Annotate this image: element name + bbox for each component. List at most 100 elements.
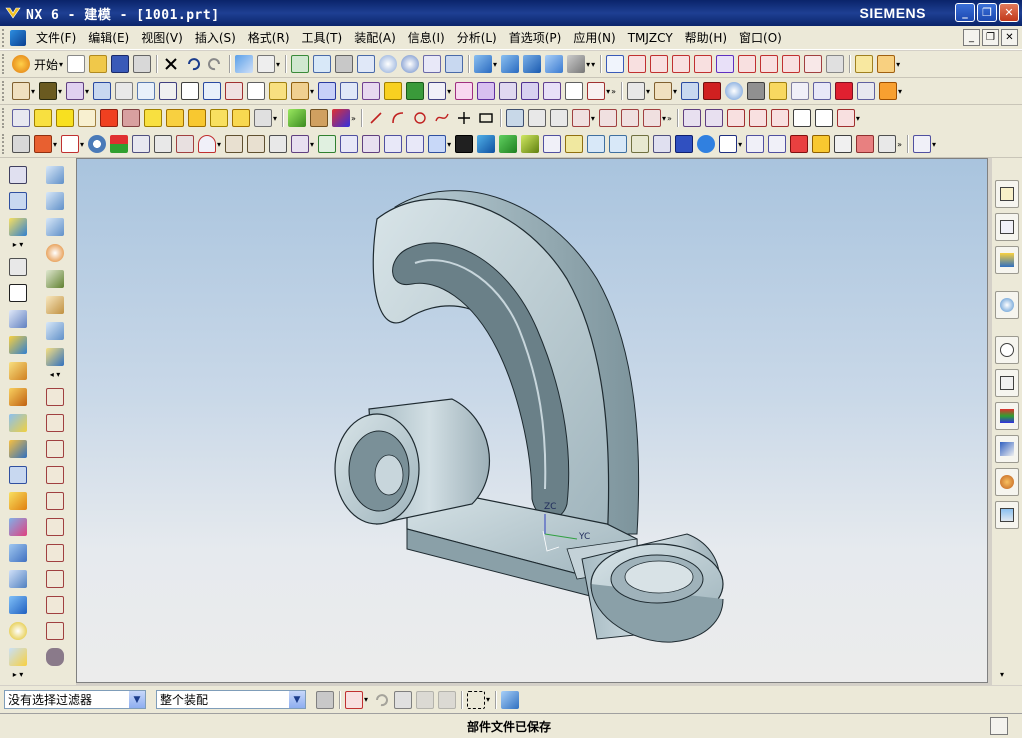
flange-icon[interactable] <box>9 414 27 432</box>
line-icon[interactable] <box>367 109 385 127</box>
extract-dropdown[interactable]: ▾ <box>662 114 666 123</box>
mirror-dropdown[interactable]: ▾ <box>898 87 902 96</box>
zoom-icon[interactable] <box>379 55 398 73</box>
toolbar2-more[interactable]: » <box>611 87 616 96</box>
template-icon[interactable] <box>210 109 228 127</box>
type-filter-combo[interactable]: 没有选择过滤器 ▼ <box>4 690 146 709</box>
wireframe-icon[interactable] <box>545 55 564 73</box>
circle-icon[interactable] <box>411 109 429 127</box>
spline-icon[interactable] <box>433 109 451 127</box>
open-folder-icon[interactable] <box>89 55 108 73</box>
undo-selection-icon[interactable] <box>372 691 390 709</box>
list-icon[interactable] <box>834 135 853 153</box>
start-icon[interactable] <box>12 55 30 73</box>
grid-dropdown[interactable]: ▾ <box>85 87 89 96</box>
pen-surface-icon[interactable] <box>46 348 64 366</box>
boss-icon[interactable] <box>110 135 129 153</box>
chevron-down-icon[interactable]: ▼ <box>289 691 305 708</box>
face-dropdown[interactable]: ▾ <box>310 140 314 149</box>
split-body-icon[interactable] <box>428 135 447 153</box>
render-dropdown[interactable]: ▾ <box>586 60 590 69</box>
face-icon[interactable] <box>291 135 310 153</box>
component-icon[interactable] <box>627 82 645 100</box>
hash-icon[interactable] <box>455 82 474 100</box>
process-studio-tab[interactable] <box>995 402 1019 430</box>
rectangle-select-icon[interactable] <box>467 690 486 709</box>
sheet-body-icon[interactable] <box>521 135 540 153</box>
rocker-arm-model[interactable] <box>77 159 987 682</box>
marker-icon[interactable] <box>93 82 112 100</box>
maximize-button[interactable]: ❐ <box>977 3 997 22</box>
history-tab[interactable] <box>995 336 1019 364</box>
book-stack-icon[interactable] <box>9 192 27 210</box>
hash-cut-icon[interactable] <box>543 135 562 153</box>
pattern-icon[interactable] <box>225 135 244 153</box>
box-open-icon[interactable] <box>9 492 27 510</box>
snap-point-filter-icon[interactable] <box>345 690 363 709</box>
menu-tmjzcy[interactable]: TMJZCY <box>622 28 679 48</box>
part-navigator-icon[interactable] <box>9 218 27 236</box>
align-icon[interactable] <box>340 82 359 100</box>
corner-relief-icon[interactable] <box>9 440 27 458</box>
chamfer-icon[interactable] <box>587 135 606 153</box>
link-icon[interactable] <box>115 82 134 100</box>
snap-face-icon[interactable] <box>760 55 779 73</box>
nx-app-icon[interactable] <box>4 4 22 22</box>
wand-icon[interactable] <box>12 109 30 127</box>
fit-icon[interactable] <box>313 55 332 73</box>
column-overflow-bottom[interactable]: ▸ ▾ <box>4 670 32 684</box>
ruled-icon[interactable] <box>46 270 64 288</box>
refresh-icon[interactable] <box>291 55 310 73</box>
undo-icon[interactable] <box>184 55 202 73</box>
menu-analysis[interactable]: 分析(L) <box>451 28 503 48</box>
menu-edit[interactable]: 编辑(E) <box>82 28 135 48</box>
cube-filter-icon[interactable] <box>394 690 413 709</box>
copy-icon[interactable] <box>813 82 832 100</box>
pan-icon[interactable] <box>423 55 442 73</box>
red-gem-icon[interactable] <box>835 82 854 100</box>
render-icon[interactable] <box>567 55 586 73</box>
shell-icon[interactable] <box>340 135 359 153</box>
edge-blend-icon[interactable] <box>565 135 584 153</box>
redo-icon[interactable] <box>206 55 224 73</box>
extrude-dropdown[interactable]: ▾ <box>53 140 57 149</box>
tube-icon[interactable] <box>9 544 27 562</box>
tools-icon[interactable] <box>310 109 329 127</box>
grid-icon[interactable] <box>66 82 85 100</box>
start-button[interactable]: 开始 <box>34 56 58 73</box>
book-icon[interactable] <box>681 82 700 100</box>
divide-icon[interactable] <box>726 109 745 127</box>
helix-icon[interactable] <box>505 109 524 127</box>
document-icon[interactable] <box>10 29 26 46</box>
blocks-icon[interactable] <box>332 109 351 127</box>
edit-curve-icon[interactable] <box>682 109 701 127</box>
block-icon[interactable] <box>499 82 518 100</box>
scale-icon[interactable] <box>631 135 650 153</box>
shaded-edges-icon[interactable] <box>523 55 542 73</box>
through-curves-icon[interactable] <box>46 192 64 210</box>
mesh-surface-icon[interactable] <box>46 218 64 236</box>
tag-dropdown[interactable]: ▾ <box>80 140 84 149</box>
gear-wheel-icon[interactable] <box>12 135 30 153</box>
chart-icon[interactable] <box>746 135 765 153</box>
yellow-sphere-icon[interactable] <box>9 622 27 640</box>
thicken-icon[interactable] <box>609 135 628 153</box>
groove-icon[interactable] <box>176 135 195 153</box>
menu-insert[interactable]: 插入(S) <box>189 28 242 48</box>
emboss-icon[interactable] <box>362 135 381 153</box>
selection-scope-combo[interactable]: 整个装配 ▼ <box>156 690 306 709</box>
toolbar4-more[interactable]: » <box>897 140 902 149</box>
toolbar3-more[interactable]: » <box>351 114 356 123</box>
hammer-filter-icon[interactable] <box>438 690 457 709</box>
post-icon[interactable] <box>697 135 716 153</box>
draft-icon[interactable] <box>455 135 474 153</box>
unite-icon[interactable] <box>198 135 217 153</box>
design-icon[interactable] <box>78 109 96 127</box>
menu-format[interactable]: 格式(R) <box>242 28 296 48</box>
arc-icon[interactable] <box>389 109 407 127</box>
general-filter-icon[interactable] <box>316 690 334 709</box>
slot-icon[interactable] <box>154 135 173 153</box>
page-icon[interactable] <box>565 82 584 100</box>
grey-cube-icon[interactable] <box>747 82 766 100</box>
close-button[interactable]: ✕ <box>999 3 1019 22</box>
